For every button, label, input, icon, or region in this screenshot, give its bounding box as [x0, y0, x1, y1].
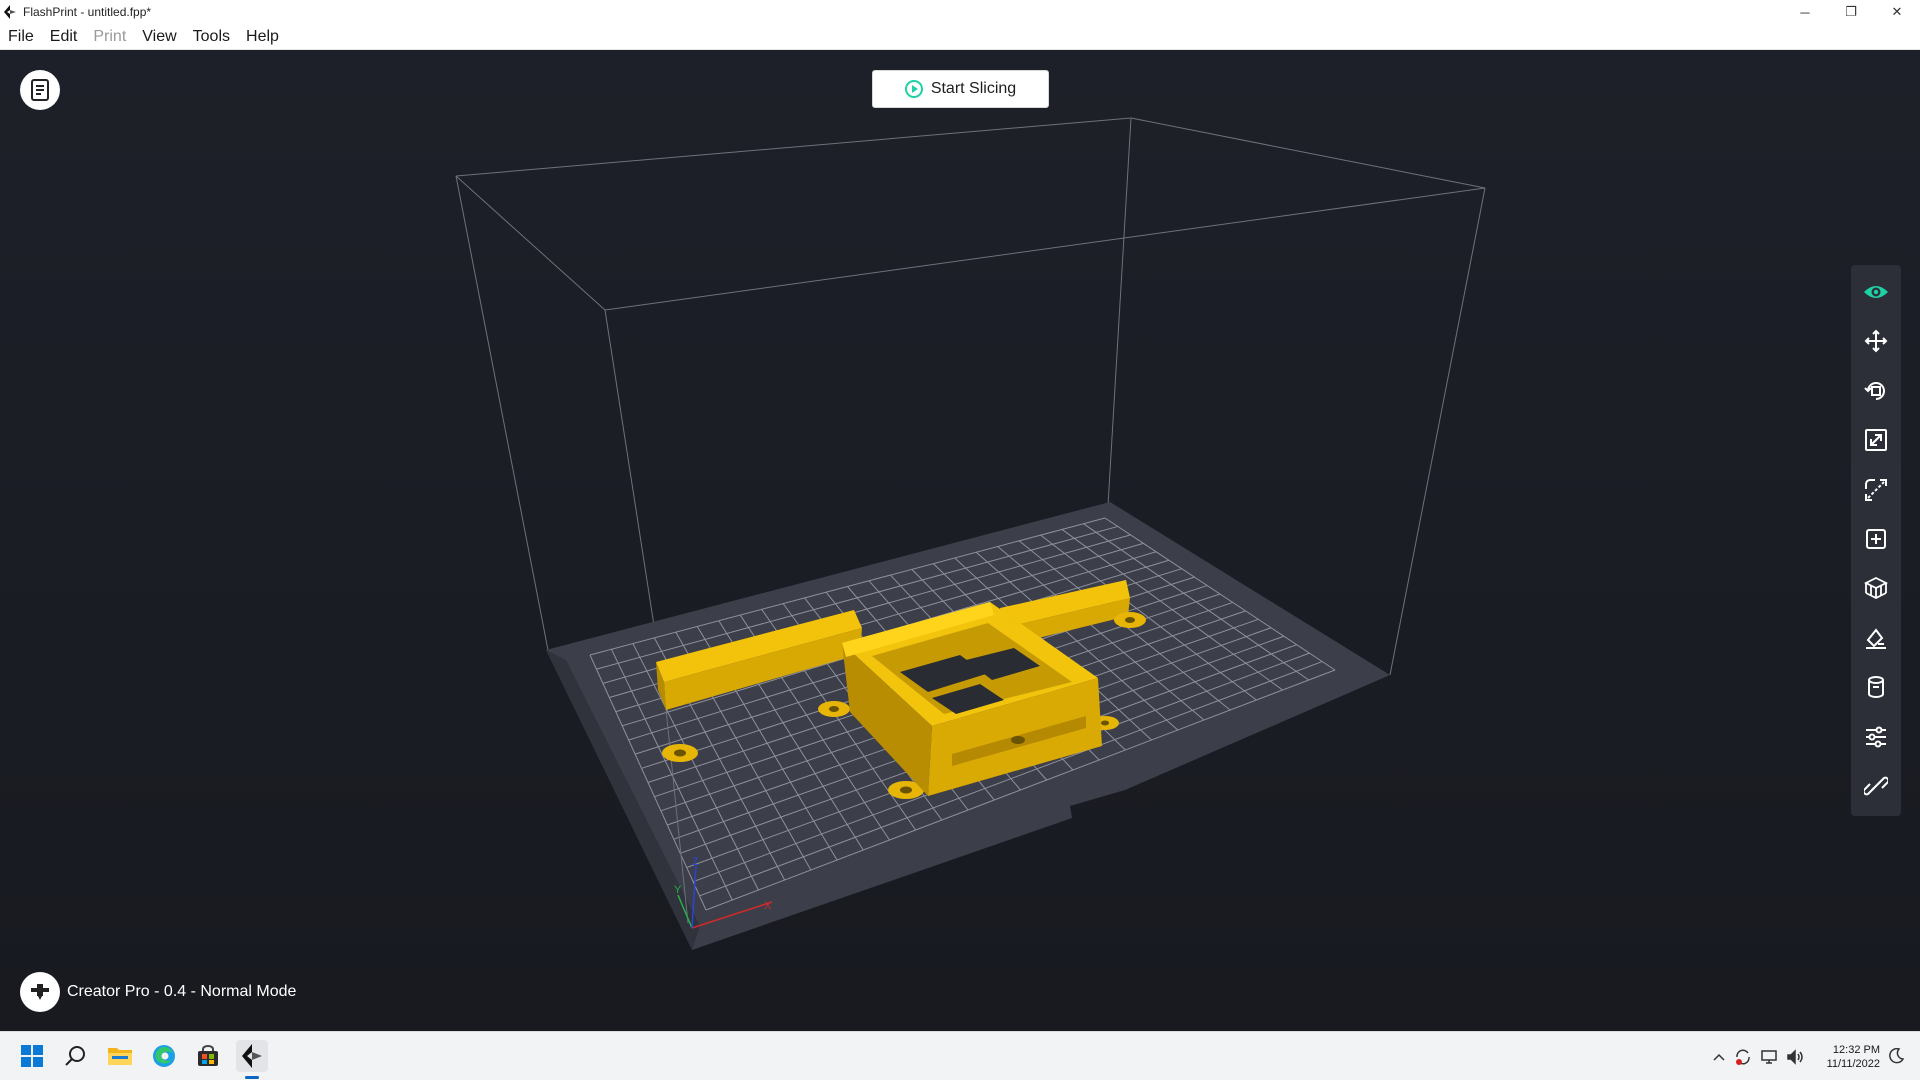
axis-x-label: X	[764, 900, 772, 912]
add-object-icon	[1866, 528, 1886, 549]
tool-rotate[interactable]	[1856, 371, 1896, 410]
3d-viewport[interactable]: X Y Z Start Slicing Creator Pro - 0.4 - …	[0, 50, 1920, 1031]
taskbar: 12:32 PM 11/11/2022	[0, 1031, 1920, 1080]
sync-status-icon[interactable]	[1730, 1048, 1756, 1066]
cut-icon	[1865, 478, 1887, 501]
menu-bar: File Edit Print View Tools Help	[0, 24, 1920, 50]
document-icon	[31, 79, 49, 101]
active-app-indicator	[245, 1076, 259, 1079]
start-slicing-button[interactable]: Start Slicing	[872, 70, 1049, 108]
machine-status-label: Creator Pro - 0.4 - Normal Mode	[67, 983, 297, 1000]
cylinder-icon	[1868, 676, 1884, 699]
tool-connect[interactable]	[1856, 767, 1896, 806]
tool-material[interactable]	[1856, 668, 1896, 707]
clock-date: 11/11/2022	[1826, 1058, 1880, 1070]
lay-flat-icon	[1866, 628, 1886, 649]
menu-print[interactable]: Print	[85, 24, 134, 50]
store-icon[interactable]	[192, 1040, 224, 1072]
restore-button[interactable]: ❐	[1828, 0, 1874, 24]
sliders-icon	[1866, 726, 1886, 748]
tool-cut[interactable]	[1856, 470, 1896, 509]
file-panel-button[interactable]	[20, 70, 60, 110]
window-controls: ─ ❐ ✕	[1782, 0, 1920, 24]
tool-scale[interactable]	[1856, 420, 1896, 459]
move-arrows-icon	[1864, 329, 1888, 353]
tool-add[interactable]	[1856, 519, 1896, 558]
axis-z-label: Z	[692, 856, 699, 868]
minimize-button[interactable]: ─	[1782, 0, 1828, 24]
search-icon[interactable]	[60, 1040, 92, 1072]
tray-overflow-chevron-icon[interactable]	[1708, 1053, 1730, 1061]
supports-icon	[1864, 577, 1888, 600]
tool-lay-flat[interactable]	[1856, 618, 1896, 657]
tool-view[interactable]	[1856, 272, 1896, 311]
taskbar-clock[interactable]: 12:32 PM 11/11/2022	[1810, 1043, 1880, 1071]
link-icon	[1864, 776, 1888, 796]
clock-time: 12:32 PM	[1832, 1044, 1880, 1056]
rotate-icon	[1864, 381, 1885, 400]
window-title: FlashPrint - untitled.fpp*	[23, 5, 152, 19]
machine-status[interactable]: Creator Pro - 0.4 - Normal Mode	[20, 972, 296, 1012]
right-toolbar	[1851, 265, 1901, 816]
menu-view[interactable]: View	[134, 24, 184, 50]
edge-browser-icon[interactable]	[148, 1040, 180, 1072]
axis-y-label: Y	[674, 884, 682, 896]
eye-icon	[1864, 285, 1888, 298]
build-volume-scene[interactable]: X Y Z	[0, 50, 1920, 1031]
system-tray	[1708, 1032, 1808, 1080]
menu-edit[interactable]: Edit	[42, 24, 86, 50]
flashprint-icon[interactable]	[236, 1040, 268, 1072]
nozzle-icon[interactable]	[20, 972, 60, 1012]
close-button[interactable]: ✕	[1874, 0, 1920, 24]
tool-move[interactable]	[1856, 321, 1896, 360]
tool-settings[interactable]	[1856, 717, 1896, 756]
menu-tools[interactable]: Tools	[185, 24, 238, 50]
menu-file[interactable]: File	[0, 24, 42, 50]
volume-icon[interactable]	[1782, 1048, 1808, 1065]
network-icon[interactable]	[1756, 1049, 1782, 1065]
start-slicing-label: Start Slicing	[930, 80, 1017, 97]
notification-moon-icon[interactable]	[1880, 1040, 1912, 1072]
file-explorer-icon[interactable]	[104, 1040, 136, 1072]
windows-start-icon[interactable]	[16, 1040, 48, 1072]
menu-help[interactable]: Help	[238, 24, 287, 50]
play-circle-icon	[904, 80, 923, 98]
scale-icon	[1865, 429, 1887, 452]
flashprint-logo-icon	[3, 5, 17, 19]
tool-supports[interactable]	[1856, 569, 1896, 608]
title-bar: FlashPrint - untitled.fpp* ─ ❐ ✕	[0, 0, 1920, 24]
